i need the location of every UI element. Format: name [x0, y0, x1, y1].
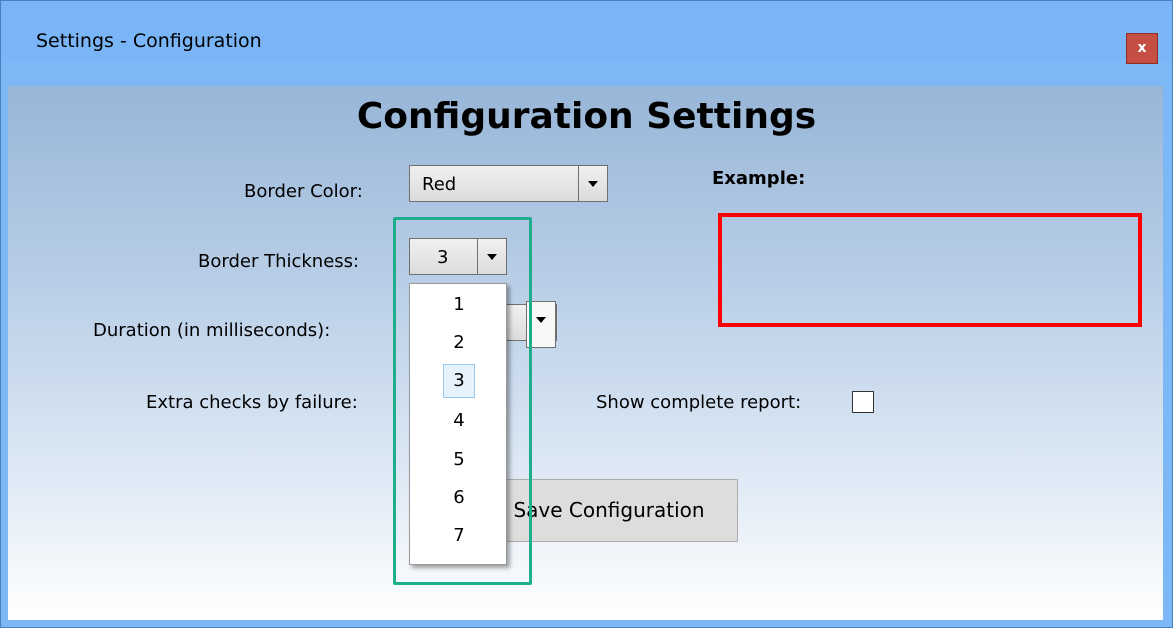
window-title: Settings - Configuration: [36, 30, 262, 52]
show-report-label: Show complete report:: [596, 392, 802, 413]
duration-label: Duration (in milliseconds):: [93, 320, 331, 341]
highlight-frame: [393, 217, 532, 585]
border-color-select[interactable]: Red: [409, 165, 608, 202]
example-label: Example:: [712, 168, 806, 189]
show-report-checkbox[interactable]: [852, 391, 874, 413]
border-color-label: Border Color:: [244, 181, 363, 202]
close-button[interactable]: x: [1126, 33, 1158, 64]
extra-checks-label: Extra checks by failure:: [146, 392, 358, 413]
example-border-preview: [718, 213, 1142, 327]
page-title: Configuration Settings: [356, 96, 817, 137]
border-color-value: Red: [422, 174, 457, 195]
chevron-down-icon[interactable]: [578, 166, 607, 201]
border-thickness-label: Border Thickness:: [198, 251, 360, 272]
save-button-label: Save Configuration: [513, 498, 705, 522]
